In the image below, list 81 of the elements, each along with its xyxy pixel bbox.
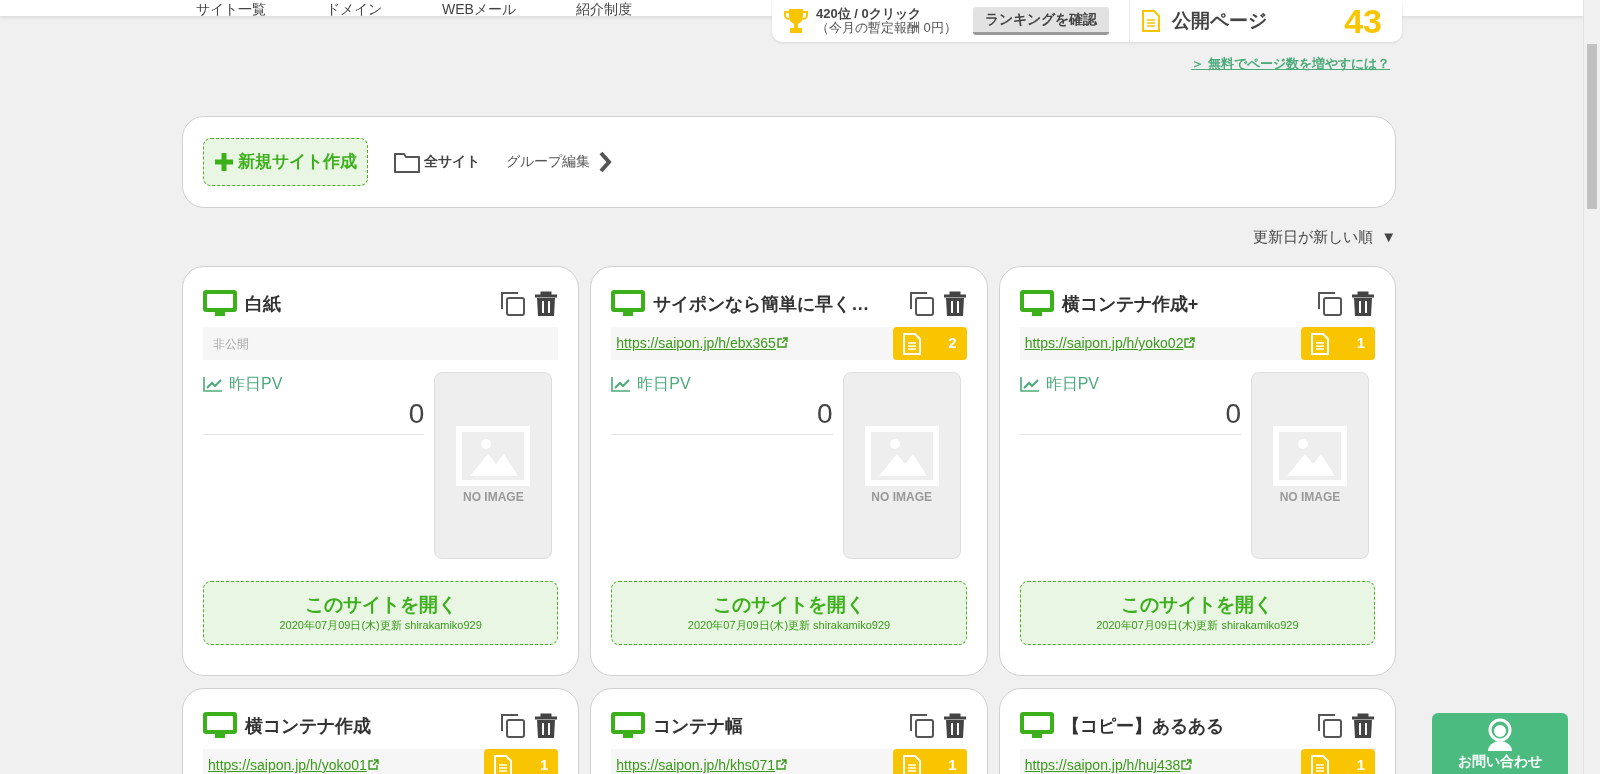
document-icon <box>494 754 513 774</box>
open-site-button[interactable]: このサイトを開く 2020年07月09日(木)更新 shirakamiko929 <box>203 581 559 645</box>
monitor-icon <box>611 712 646 740</box>
site-url-link[interactable]: https://saipon.jp/h/yoko02 <box>1019 333 1301 354</box>
rank-text: 420位 / 0クリック <box>816 7 922 21</box>
ranking-button[interactable]: ランキングを確認 <box>972 7 1109 35</box>
site-url-link[interactable]: https://saipon.jp/h/khs071 <box>611 755 893 774</box>
page-count: 2 <box>948 333 957 354</box>
scrollbar[interactable] <box>1583 0 1600 774</box>
external-link-icon <box>776 759 788 770</box>
open-site-button[interactable]: このサイトを開く 2020年07月09日(木)更新 shirakamiko929 <box>1019 581 1375 645</box>
monitor-icon <box>611 290 646 318</box>
trend-chart-icon <box>611 376 632 392</box>
external-link-icon <box>367 759 379 770</box>
monitor-icon <box>203 712 237 740</box>
document-icon <box>902 332 921 355</box>
copy-icon[interactable] <box>500 713 527 739</box>
group-edit-link[interactable]: グループ編集 <box>506 150 612 173</box>
external-link-icon <box>776 337 788 348</box>
reward-text: （今月の暫定報酬 0円） <box>816 21 957 35</box>
nav-link[interactable]: WEBメール <box>442 2 516 16</box>
all-sites-link[interactable]: 全サイト <box>394 150 480 173</box>
sort-dropdown[interactable]: 更新日が新しい順 ▼ <box>1253 225 1396 248</box>
status-text: 非公開 <box>212 335 250 353</box>
site-title: コンテナ幅 <box>653 714 745 738</box>
contact-button[interactable]: お問い合わせ <box>1432 713 1568 774</box>
pv-label: 昨日PV <box>229 374 283 394</box>
pv-value: 0 <box>817 398 833 429</box>
copy-icon[interactable] <box>1317 291 1343 317</box>
new-site-button[interactable]: 新規サイト作成 <box>203 137 368 186</box>
document-icon <box>1311 332 1329 355</box>
monitor-icon <box>1019 712 1054 740</box>
open-site-button[interactable]: このサイトを開く 2020年07月09日(木)更新 shirakamiko929 <box>611 581 967 645</box>
pv-label: 昨日PV <box>1045 374 1099 394</box>
page-count: 1 <box>1356 333 1365 354</box>
site-url-link[interactable]: https://saipon.jp/h/huj438 <box>1019 755 1301 774</box>
site-url-link[interactable]: https://saipon.jp/h/ebx365 <box>611 333 893 354</box>
trophy-icon <box>784 8 808 34</box>
site-url-link[interactable]: https://saipon.jp/h/yoko01 <box>203 755 485 774</box>
upgrade-link[interactable]: ＞ 無料でページ数を増やすには？ <box>1191 54 1390 74</box>
copy-icon[interactable] <box>908 713 935 739</box>
copy-icon[interactable] <box>1317 713 1343 739</box>
trend-chart-icon <box>1019 376 1040 392</box>
no-image-text: NO IMAGE <box>871 488 932 506</box>
document-icon <box>1141 10 1160 32</box>
nav-link[interactable]: 紹介制度 <box>575 2 632 16</box>
external-link-icon <box>1181 759 1193 770</box>
folder-icon <box>394 150 420 173</box>
page-count: 1 <box>948 755 957 774</box>
copy-icon[interactable] <box>500 291 527 317</box>
trash-icon[interactable] <box>942 291 967 317</box>
public-pages-count: 43 <box>1344 4 1382 38</box>
site-title: 横コンテナ作成 <box>245 714 372 738</box>
plus-icon <box>214 151 234 172</box>
site-title: 【コピー】あるある <box>1061 714 1225 738</box>
site-title: 横コンテナ作成+ <box>1061 292 1200 316</box>
no-image-text: NO IMAGE <box>1279 488 1341 506</box>
external-link-icon <box>1184 337 1196 348</box>
trash-icon[interactable] <box>1351 713 1375 739</box>
trash-icon[interactable] <box>534 291 559 317</box>
trash-icon[interactable] <box>534 713 559 739</box>
page-count: 1 <box>1356 755 1365 774</box>
pv-value: 0 <box>1225 398 1241 429</box>
nav-link[interactable]: ドメイン <box>326 2 382 16</box>
document-icon <box>1311 754 1329 774</box>
monitor-icon <box>1019 290 1054 318</box>
site-title: サイポンなら簡単に早く… <box>653 292 871 316</box>
pv-value: 0 <box>408 398 425 429</box>
site-title: 白紙 <box>245 292 282 316</box>
trash-icon[interactable] <box>1351 291 1375 317</box>
copy-icon[interactable] <box>908 291 935 317</box>
no-image-text: NO IMAGE <box>463 488 524 506</box>
chevron-right-icon <box>598 150 612 173</box>
public-pages-label: 公開ページ <box>1171 8 1267 33</box>
document-icon <box>902 754 921 774</box>
monitor-icon <box>203 290 237 318</box>
pv-label: 昨日PV <box>637 374 691 394</box>
page-count: 1 <box>540 755 549 774</box>
nav-link[interactable]: サイト一覧 <box>196 2 266 16</box>
trend-chart-icon <box>203 376 223 392</box>
trash-icon[interactable] <box>942 713 967 739</box>
